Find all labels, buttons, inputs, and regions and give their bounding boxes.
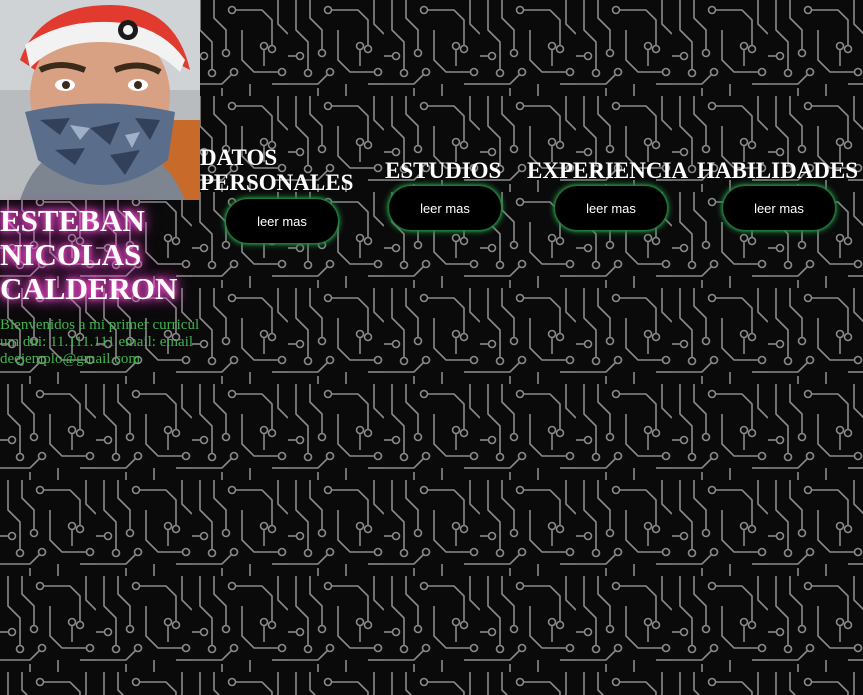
section-title-datos-personales: DATOS PERSONALES xyxy=(200,145,353,195)
leer-mas-button-habilidades[interactable]: leer mas xyxy=(723,186,835,230)
profile-photo xyxy=(0,0,200,200)
leer-mas-button-experiencia[interactable]: leer mas xyxy=(555,186,667,230)
leer-mas-button-estudios[interactable]: leer mas xyxy=(389,186,501,230)
section-title-line-1: DATOS xyxy=(200,145,278,170)
name-line-1: ESTEBAN xyxy=(0,203,145,238)
section-title-estudios: ESTUDIOS xyxy=(385,158,502,183)
page: ESTEBAN NICOLAS CALDERON Bienvenidos a m… xyxy=(0,0,863,695)
section-title-line-2: PERSONALES xyxy=(200,170,354,195)
section-title-habilidades: HABILIDADES xyxy=(697,158,859,183)
leer-mas-button-datos-personales[interactable]: leer mas xyxy=(226,199,338,243)
intro-text: Bienvenidos a mi primer curriculum dni: … xyxy=(0,317,200,367)
name-line-2: NICOLAS xyxy=(0,237,142,272)
name-line-3: CALDERON xyxy=(0,271,178,306)
section-title-experiencia: EXPERIENCIA xyxy=(527,158,689,183)
full-name: ESTEBAN NICOLAS CALDERON xyxy=(0,204,200,306)
